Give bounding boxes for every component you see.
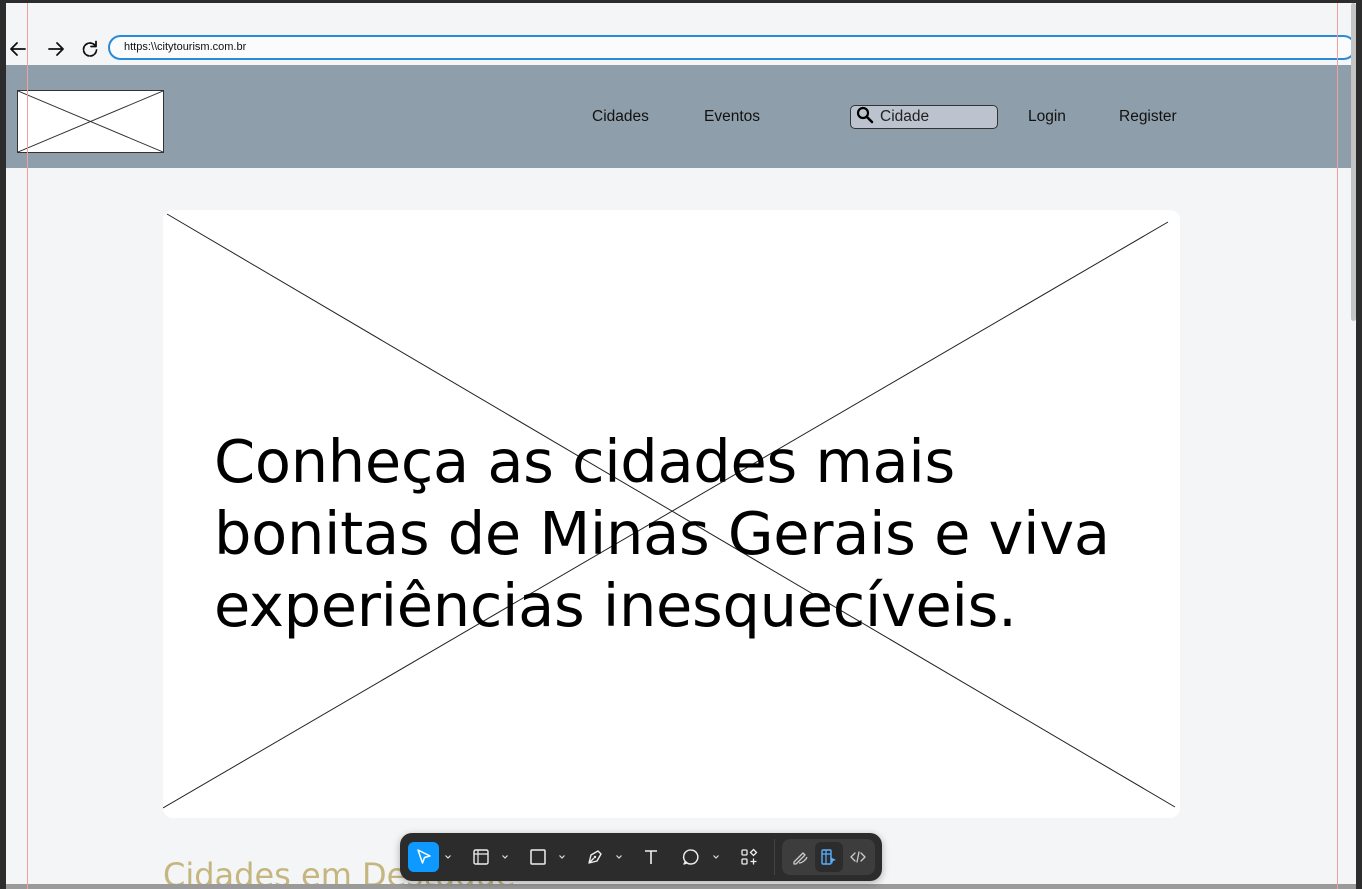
hero-image-placeholder[interactable]: Conheça as cidades mais bonitas de Minas… (163, 210, 1180, 818)
canvas-bottom-edge (6, 884, 1356, 889)
comment-chevron-down-icon[interactable] (712, 853, 720, 861)
toolbar-separator (774, 839, 775, 875)
move-icon[interactable] (408, 842, 439, 872)
login-link[interactable]: Login (1028, 108, 1066, 126)
pen-icon[interactable] (582, 842, 608, 872)
components-icon[interactable] (736, 842, 762, 872)
site-header: Cidades Eventos Cidade Login Register (6, 65, 1356, 168)
layout-guide-left (27, 3, 28, 889)
design-mode-icon[interactable] (815, 842, 843, 872)
design-canvas[interactable]: https:\\citytourism.com.br Cidades Event… (6, 3, 1356, 889)
frame-chevron-down-icon[interactable] (501, 853, 509, 861)
reload-icon[interactable] (78, 37, 102, 61)
mode-switcher (782, 839, 875, 875)
rectangle-chevron-down-icon[interactable] (558, 853, 566, 861)
logo-placeholder[interactable] (17, 90, 164, 153)
vertical-scrollbar[interactable] (1351, 3, 1356, 321)
nav-link-eventos[interactable]: Eventos (704, 108, 760, 126)
search-placeholder: Cidade (880, 108, 930, 125)
hero-headline: Conheça as cidades mais bonitas de Minas… (214, 427, 1110, 640)
url-field[interactable]: https:\\citytourism.com.br (108, 35, 1356, 60)
pen-chevron-down-icon[interactable] (615, 853, 623, 861)
frame-icon[interactable] (468, 842, 494, 872)
draw-icon[interactable] (787, 842, 813, 872)
design-toolbar (400, 833, 882, 881)
register-link[interactable]: Register (1119, 108, 1177, 126)
rectangle-icon[interactable] (525, 842, 551, 872)
move-chevron-down-icon[interactable] (444, 853, 452, 861)
dev-mode-icon[interactable] (845, 842, 871, 872)
search-icon (856, 106, 874, 129)
layout-guide-right (1337, 3, 1338, 889)
search-input[interactable]: Cidade (850, 105, 998, 129)
browser-address-bar: https:\\citytourism.com.br (6, 33, 1356, 65)
nav-link-cidades[interactable]: Cidades (592, 108, 649, 126)
text-icon[interactable] (638, 842, 664, 872)
comment-icon[interactable] (678, 842, 704, 872)
forward-arrow-icon[interactable] (44, 37, 68, 61)
